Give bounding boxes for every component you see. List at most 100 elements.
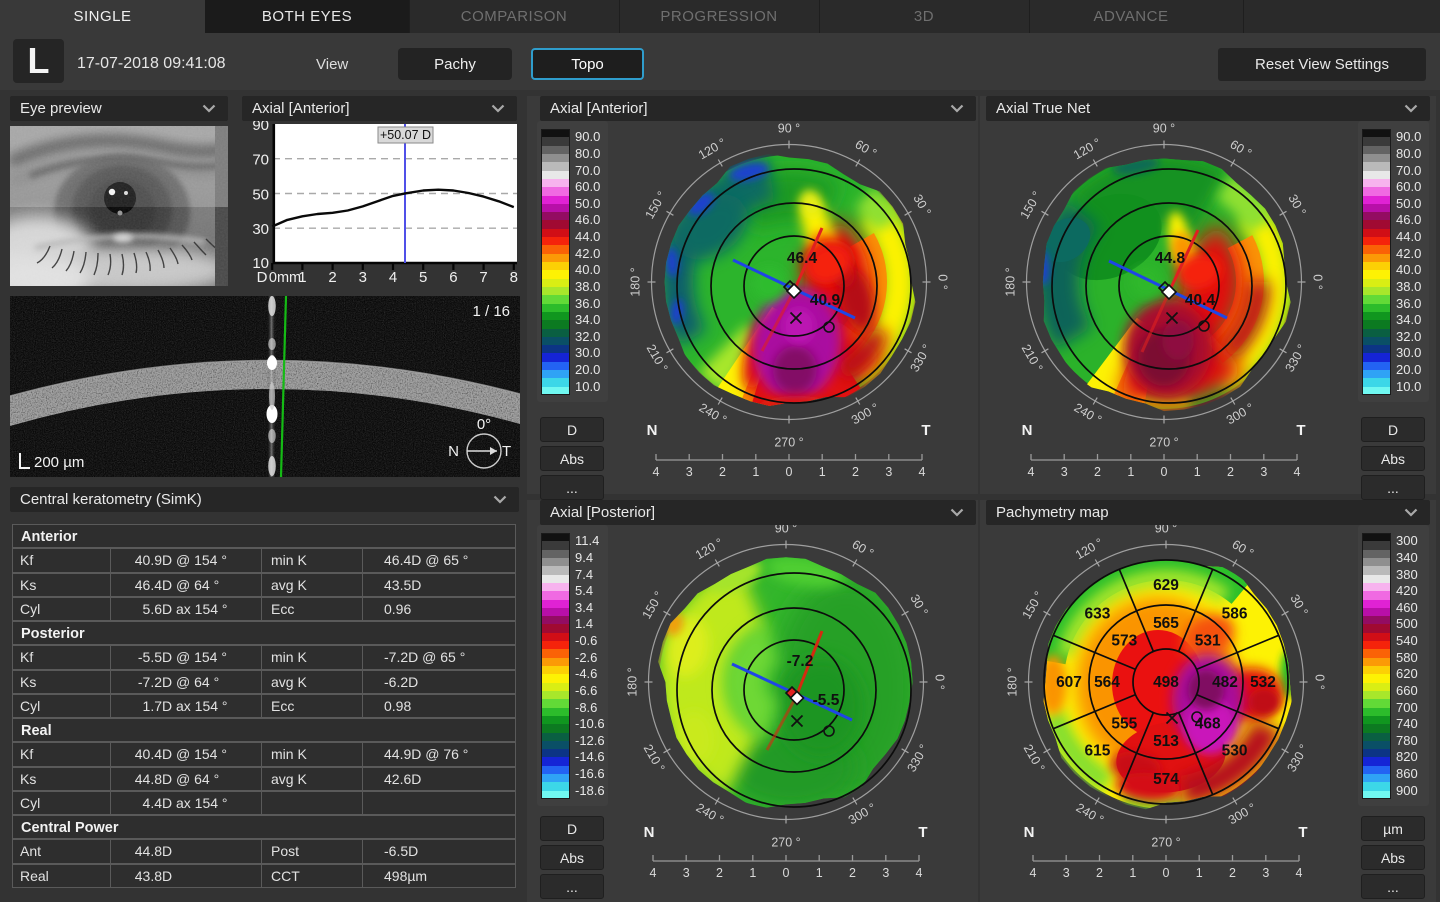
svg-text:270 °: 270 ° (771, 835, 800, 849)
svg-text:4: 4 (1296, 866, 1303, 880)
svg-text:180 °: 180 ° (625, 667, 639, 696)
svg-text:2: 2 (1094, 465, 1101, 479)
svg-text:90 °: 90 ° (1155, 525, 1177, 535)
svg-text:210 °: 210 ° (644, 342, 671, 374)
svg-text:2: 2 (1096, 866, 1103, 880)
svg-text:2: 2 (716, 866, 723, 880)
svg-text:N: N (448, 443, 459, 460)
svg-text:60 °: 60 ° (853, 137, 879, 160)
svg-text:0 °: 0 ° (1311, 274, 1325, 289)
svg-text:555: 555 (1111, 716, 1137, 733)
svg-text:180 °: 180 ° (1005, 667, 1019, 696)
svg-text:+50.07 D: +50.07 D (380, 128, 431, 142)
svg-text:240 °: 240 ° (1072, 400, 1104, 427)
svg-text:4: 4 (1030, 866, 1037, 880)
svg-text:240 °: 240 ° (697, 400, 729, 427)
svg-text:3: 3 (885, 465, 892, 479)
svg-text:200 µm: 200 µm (34, 454, 84, 471)
svg-text:120 °: 120 ° (696, 135, 728, 162)
svg-text:N: N (644, 824, 655, 841)
svg-text:8: 8 (510, 269, 518, 286)
svg-text:150 °: 150 ° (642, 189, 669, 221)
svg-text:210 °: 210 ° (1019, 342, 1046, 374)
svg-text:210 °: 210 ° (1021, 742, 1048, 774)
svg-text:531: 531 (1195, 632, 1221, 649)
svg-text:1: 1 (298, 269, 306, 286)
svg-text:150 °: 150 ° (639, 589, 666, 621)
svg-text:3: 3 (882, 866, 889, 880)
svg-text:0: 0 (786, 465, 793, 479)
svg-text:2: 2 (719, 465, 726, 479)
svg-text:530: 530 (1222, 743, 1248, 760)
svg-text:565: 565 (1153, 615, 1179, 632)
svg-text:44.8: 44.8 (1155, 250, 1186, 267)
svg-text:-7.2: -7.2 (787, 653, 814, 670)
svg-text:40.9: 40.9 (810, 292, 841, 309)
svg-text:300 °: 300 ° (1226, 800, 1258, 827)
svg-text:T: T (918, 824, 927, 841)
svg-text:3: 3 (1260, 465, 1267, 479)
svg-text:240 °: 240 ° (1074, 800, 1106, 827)
svg-text:607: 607 (1056, 674, 1082, 691)
svg-text:180 °: 180 ° (1003, 267, 1017, 296)
svg-text:2: 2 (849, 866, 856, 880)
svg-text:4: 4 (653, 465, 660, 479)
svg-text:1: 1 (752, 465, 759, 479)
svg-text:0 °: 0 ° (933, 674, 947, 689)
svg-text:498: 498 (1153, 674, 1179, 691)
svg-text:2: 2 (1227, 465, 1234, 479)
svg-text:2: 2 (852, 465, 859, 479)
svg-text:30 °: 30 ° (1287, 592, 1310, 618)
svg-text:4: 4 (919, 465, 926, 479)
svg-text:4: 4 (916, 866, 923, 880)
svg-text:3: 3 (1262, 866, 1269, 880)
svg-text:330 °: 330 ° (1284, 742, 1311, 774)
svg-text:513: 513 (1153, 733, 1179, 750)
svg-text:532: 532 (1250, 674, 1276, 691)
svg-text:4: 4 (650, 866, 657, 880)
svg-text:T: T (1298, 824, 1307, 841)
svg-text:90: 90 (252, 121, 269, 134)
svg-text:3: 3 (683, 866, 690, 880)
svg-text:0 °: 0 ° (936, 274, 950, 289)
svg-text:1: 1 (1194, 465, 1201, 479)
svg-text:120 °: 120 ° (1071, 135, 1103, 162)
svg-text:0°: 0° (477, 416, 491, 433)
svg-text:T: T (921, 422, 930, 439)
svg-text:0: 0 (1163, 866, 1170, 880)
svg-text:60 °: 60 ° (850, 537, 876, 560)
svg-text:-5.5: -5.5 (813, 692, 840, 709)
svg-text:4: 4 (1028, 465, 1035, 479)
svg-text:90 °: 90 ° (775, 525, 797, 535)
svg-text:574: 574 (1153, 771, 1179, 788)
svg-text:633: 633 (1084, 605, 1110, 622)
svg-text:482: 482 (1212, 674, 1238, 691)
svg-text:4: 4 (1294, 465, 1301, 479)
svg-text:240 °: 240 ° (694, 800, 726, 827)
svg-text:270 °: 270 ° (774, 435, 803, 449)
svg-text:2: 2 (328, 269, 336, 286)
svg-text:50: 50 (252, 187, 269, 204)
svg-text:90 °: 90 ° (1153, 121, 1175, 135)
svg-text:1: 1 (749, 866, 756, 880)
svg-text:2: 2 (1229, 866, 1236, 880)
svg-text:D: D (257, 269, 268, 286)
svg-text:4: 4 (389, 269, 397, 286)
svg-text:40.4: 40.4 (1185, 292, 1216, 309)
svg-text:3: 3 (359, 269, 367, 286)
svg-text:0mm: 0mm (269, 270, 301, 286)
svg-text:N: N (1024, 824, 1035, 841)
svg-text:1: 1 (1129, 866, 1136, 880)
svg-text:5: 5 (419, 269, 427, 286)
svg-text:330 °: 330 ° (907, 342, 934, 374)
svg-text:30 °: 30 ° (910, 192, 933, 218)
svg-text:468: 468 (1195, 716, 1221, 733)
svg-text:90 °: 90 ° (778, 121, 800, 135)
svg-text:270 °: 270 ° (1151, 835, 1180, 849)
svg-text:300 °: 300 ° (846, 800, 878, 827)
svg-text:30 °: 30 ° (1285, 192, 1308, 218)
svg-text:N: N (647, 422, 658, 439)
svg-text:300 °: 300 ° (849, 400, 881, 427)
svg-text:1 / 16: 1 / 16 (472, 303, 510, 320)
svg-text:573: 573 (1111, 632, 1137, 649)
